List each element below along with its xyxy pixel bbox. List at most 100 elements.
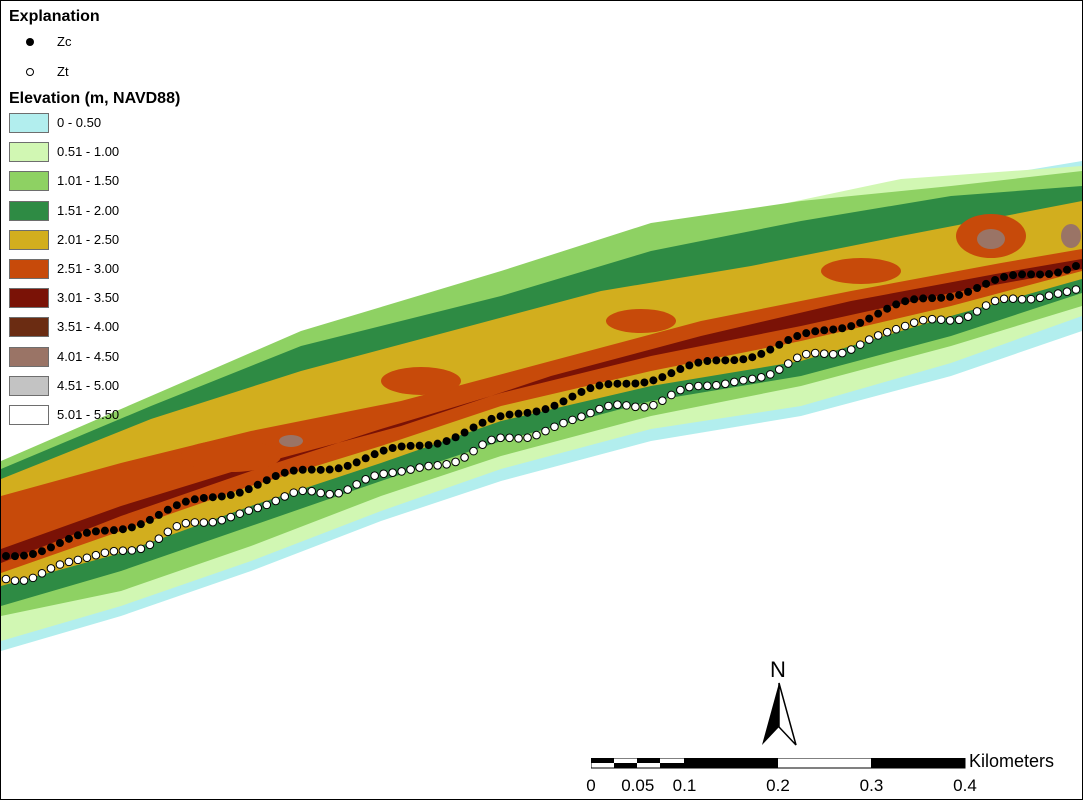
zc-point: [19, 551, 28, 560]
zc-point: [964, 287, 973, 296]
zc-point: [838, 324, 847, 333]
zc-point: [577, 387, 586, 396]
elevation-class-row: 5.01 - 5.50: [9, 401, 180, 430]
zc-point: [1045, 270, 1054, 279]
zt-point: [127, 546, 137, 555]
zt-point: [55, 560, 65, 569]
zc-point: [154, 510, 163, 519]
elevation-class-row: 2.51 - 3.00: [9, 255, 180, 284]
elevation-class-label: 0 - 0.50: [57, 115, 102, 130]
zt-point: [604, 401, 613, 411]
zc-point: [1063, 265, 1072, 274]
elevation-class-label: 0.51 - 1.00: [57, 144, 120, 160]
zc-point: [775, 340, 784, 349]
zt-point: [819, 349, 829, 358]
zc-point: [793, 332, 802, 341]
zc-point: [28, 550, 37, 559]
zc-point: [721, 356, 730, 365]
zc-point: [784, 336, 793, 345]
elevation-class-label: 2.01 - 2.50: [57, 231, 120, 247]
scale-tick-label: 0.4: [953, 776, 977, 795]
zc-point: [235, 488, 244, 497]
zt-point: [415, 463, 424, 472]
elevation-class-row: 0 - 0.50: [9, 109, 180, 138]
north-arrow: N: [758, 657, 802, 749]
zt-point: [217, 515, 227, 525]
zc-point: [226, 491, 235, 500]
zt-point: [783, 359, 793, 368]
zt-point: [801, 349, 811, 359]
zt-point: [10, 576, 20, 585]
zc-point: [415, 441, 424, 450]
zc-point: [883, 304, 892, 313]
zc-point: [379, 446, 388, 455]
zt-point: [181, 518, 191, 528]
zt-point: [451, 457, 460, 467]
zc-point: [982, 279, 991, 288]
zt-point: [73, 555, 83, 565]
zt-point: [100, 548, 110, 558]
zc-point: [469, 423, 478, 432]
zt-point: [118, 546, 128, 556]
zt-point: [550, 422, 559, 432]
ridge-patch: [381, 367, 461, 395]
zt-point: [774, 365, 784, 374]
zc-point: [811, 327, 820, 336]
zc-point: [64, 534, 73, 543]
elevation-class-row: 4.51 - 5.00: [9, 372, 180, 401]
zt-point: [352, 480, 361, 489]
zt-point: [918, 315, 928, 325]
elevation-swatch: [9, 404, 49, 425]
zc-point: [316, 465, 325, 474]
zt-point: [891, 324, 901, 334]
zc-point: [334, 464, 343, 473]
ridge-patch: [1061, 224, 1081, 248]
zc-point: [1027, 270, 1036, 279]
zc-point: [991, 275, 1000, 284]
zc-point: [388, 443, 397, 452]
zc-point: [118, 525, 127, 534]
zc-point: [874, 309, 883, 318]
legend-point-label: Zc: [57, 34, 72, 49]
zc-point: [352, 458, 361, 467]
scale-tick-label: 0.05: [621, 776, 655, 795]
zt-point: [828, 349, 838, 359]
elevation-class-row: 3.01 - 3.50: [9, 284, 180, 313]
scale-bar-graphic: [591, 758, 966, 769]
zt-point: [397, 467, 406, 476]
zt-point: [765, 370, 775, 379]
open-circle-icon: [26, 68, 34, 76]
zt-point: [909, 318, 919, 327]
zc-point: [1018, 270, 1027, 279]
zc-point: [181, 497, 190, 506]
elevation-swatch: [9, 375, 49, 396]
zt-point: [810, 348, 820, 358]
elevation-swatch: [9, 346, 49, 367]
zc-point: [595, 381, 604, 390]
zc-point: [46, 543, 55, 552]
zt-point: [433, 460, 442, 470]
zt-point: [541, 426, 550, 436]
zc-point: [82, 528, 91, 537]
zt-point: [487, 435, 496, 445]
zc-point: [406, 441, 415, 450]
ridge-patch: [279, 435, 303, 447]
zt-point: [478, 440, 487, 449]
zc-point: [892, 300, 901, 309]
zt-point: [703, 381, 712, 391]
zc-point: [847, 322, 856, 331]
zc-point: [1036, 270, 1045, 279]
zc-point: [262, 476, 271, 485]
zt-point: [154, 534, 164, 543]
scale-tick-label: 0.3: [859, 776, 884, 795]
zt-point: [739, 375, 748, 385]
legend-point-label: Zt: [57, 64, 69, 79]
zt-point: [577, 412, 586, 422]
zt-point: [262, 500, 272, 510]
zt-point: [694, 381, 703, 391]
zt-point: [226, 512, 236, 522]
zc-point: [307, 465, 316, 474]
zt-point: [936, 315, 946, 324]
zc-point: [424, 441, 433, 450]
zc-point: [289, 466, 298, 475]
